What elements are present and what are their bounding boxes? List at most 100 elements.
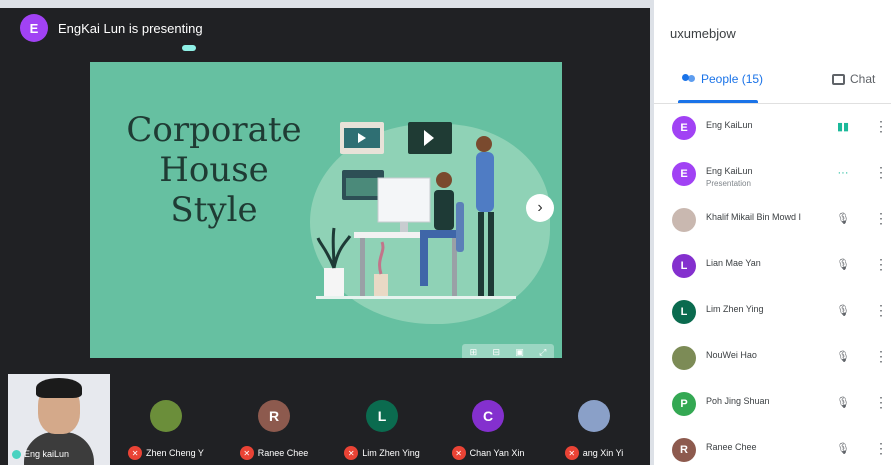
fullscreen-icon[interactable]: ⤢ — [539, 347, 546, 358]
office-illustration — [316, 122, 516, 299]
mic-off-icon: ✕ — [128, 446, 143, 460]
person-name: Lian Mae Yan — [706, 258, 761, 268]
person-avatar: L — [672, 254, 696, 278]
slide-title-line: Corporate — [126, 110, 302, 150]
list-item[interactable]: E Eng KaiLun Presentation ··· ⋮ — [654, 154, 891, 200]
mic-off-icon: 🎙 — [836, 397, 850, 409]
more-options-icon[interactable]: ⋮ — [874, 164, 888, 180]
person-avatar: P — [672, 392, 696, 416]
active-tab-indicator — [678, 100, 758, 103]
speaking-icon: ▮▮ — [836, 121, 850, 133]
mic-off-icon: 🎙 — [836, 351, 850, 363]
mic-off-icon: ✕ — [239, 446, 254, 460]
more-options-icon[interactable]: ⋮ — [874, 394, 888, 410]
person-avatar: E — [672, 116, 696, 140]
more-options-icon[interactable]: ⋮ — [874, 302, 888, 318]
pin-indicator[interactable] — [182, 45, 196, 51]
more-options-icon[interactable]: ⋮ — [874, 348, 888, 364]
tab-chat-label: Chat — [850, 72, 876, 86]
mic-off-icon: 🎙 — [836, 259, 850, 271]
slide-title-line: Style — [170, 190, 258, 230]
person-name: Eng KaiLun — [706, 166, 753, 176]
participant-tile[interactable]: C ✕ Chan Yan Xin — [438, 400, 538, 460]
slide-controls: ⊞ ⊟ ▣ ⤢ — [462, 344, 554, 358]
list-item[interactable]: NouWei Hao 🎙 ⋮ — [654, 338, 891, 384]
people-icon — [682, 74, 696, 84]
list-item[interactable]: L Lim Zhen Ying 🎙 ⋮ — [654, 292, 891, 338]
person-name: Khalif Mikail Bin Mowd I — [706, 212, 802, 222]
more-options-icon[interactable]: ⋮ — [874, 256, 888, 272]
participant-label: ✕ Ranee Chee — [224, 446, 324, 460]
presenter-avatar: E — [20, 14, 48, 42]
participant-avatar — [150, 400, 182, 432]
person-avatar — [672, 346, 696, 370]
list-item[interactable]: R Ranee Chee 🎙 ⋮ — [654, 430, 891, 465]
participant-avatar — [578, 400, 610, 432]
list-item[interactable]: P Poh Jing Shuan 🎙 ⋮ — [654, 384, 891, 430]
presentation-slide: Corporate House Style › ⊞ ⊟ ▣ ⤢ — [90, 62, 562, 358]
more-options-icon[interactable]: ⋮ — [874, 440, 888, 456]
participant-avatar: C — [472, 400, 504, 432]
participant-name: Zhen Cheng Y — [146, 448, 204, 458]
next-slide-button[interactable]: › — [526, 194, 554, 222]
participant-tile[interactable]: ✕ Zhen Cheng Y — [116, 400, 216, 460]
participant-name: Ranee Chee — [257, 448, 309, 458]
participant-avatar: L — [366, 400, 398, 432]
speaking-mic-icon — [12, 449, 21, 459]
self-hair — [36, 378, 82, 398]
mic-off-icon: 🎙 — [836, 305, 850, 317]
person-avatar: R — [672, 438, 696, 462]
panel-title: uxumebjow — [670, 26, 736, 41]
list-item[interactable]: E Eng KaiLun ▮▮ ⋮ — [654, 108, 891, 154]
fit-icon[interactable]: ⊞ — [470, 347, 478, 358]
participant-tile[interactable]: L ✕ Lim Zhen Ying — [332, 400, 432, 460]
person-name: Lim Zhen Ying — [706, 304, 764, 314]
mic-off-icon: 🎙 — [836, 213, 850, 225]
presenter-bar: E EngKai Lun is presenting — [20, 12, 203, 44]
person-name: NouWei Hao — [706, 350, 757, 360]
layout-icon[interactable]: ▣ — [515, 347, 524, 358]
participant-tile[interactable]: R ✕ Ranee Chee — [224, 400, 324, 460]
participant-label: ✕ Zhen Cheng Y — [116, 446, 216, 460]
mic-off-icon: ✕ — [344, 446, 359, 460]
participant-name: Chan Yan Xin — [469, 448, 525, 458]
more-options-icon[interactable]: ⋮ — [874, 118, 888, 134]
zoom-out-icon[interactable]: ⊟ — [492, 347, 500, 358]
mic-off-icon: ✕ — [564, 446, 579, 460]
chat-icon — [832, 73, 845, 85]
presenter-status: EngKai Lun is presenting — [58, 20, 203, 36]
participant-name: Lim Zhen Ying — [362, 448, 420, 458]
side-panel: uxumebjow People (15) Chat E Eng KaiLun … — [650, 0, 891, 465]
top-border — [0, 0, 650, 8]
self-view-name: Eng kaiLun — [24, 449, 70, 459]
slide-title: Corporate House Style — [124, 110, 304, 230]
panel-tabs: People (15) Chat — [654, 64, 891, 104]
tab-people[interactable]: People (15) — [682, 72, 763, 86]
list-item[interactable]: Khalif Mikail Bin Mowd I 🎙 ⋮ — [654, 200, 891, 246]
person-avatar — [672, 208, 696, 232]
meeting-app: E EngKai Lun is presenting Corporate Hou… — [0, 0, 891, 465]
slide-title-line: House — [159, 150, 269, 190]
participant-label: ✕ Chan Yan Xin — [438, 446, 538, 460]
tab-chat[interactable]: Chat — [832, 72, 875, 86]
mic-off-icon: ✕ — [451, 446, 466, 460]
presenting-icon: ··· — [837, 167, 849, 179]
participant-tile[interactable]: ✕ ang Xin Yi — [544, 400, 644, 460]
person-subtitle: Presentation — [706, 179, 751, 188]
mic-off-icon: 🎙 — [836, 443, 850, 455]
person-avatar: E — [672, 162, 696, 186]
person-name: Ranee Chee — [706, 442, 757, 452]
participant-avatar: R — [258, 400, 290, 432]
list-item[interactable]: L Lian Mae Yan 🎙 ⋮ — [654, 246, 891, 292]
person-name: Poh Jing Shuan — [706, 396, 770, 406]
participant-name: ang Xin Yi — [582, 448, 624, 458]
person-avatar: L — [672, 300, 696, 324]
self-view-label: Eng kaiLun — [12, 449, 69, 459]
person-name: Eng KaiLun — [706, 120, 753, 130]
chevron-right-icon: › — [537, 199, 543, 216]
participant-label: ✕ Lim Zhen Ying — [332, 446, 432, 460]
participant-label: ✕ ang Xin Yi — [544, 446, 644, 460]
tab-people-label: People (15) — [701, 72, 764, 86]
more-options-icon[interactable]: ⋮ — [874, 210, 888, 226]
main-stage: E EngKai Lun is presenting Corporate Hou… — [0, 0, 650, 465]
